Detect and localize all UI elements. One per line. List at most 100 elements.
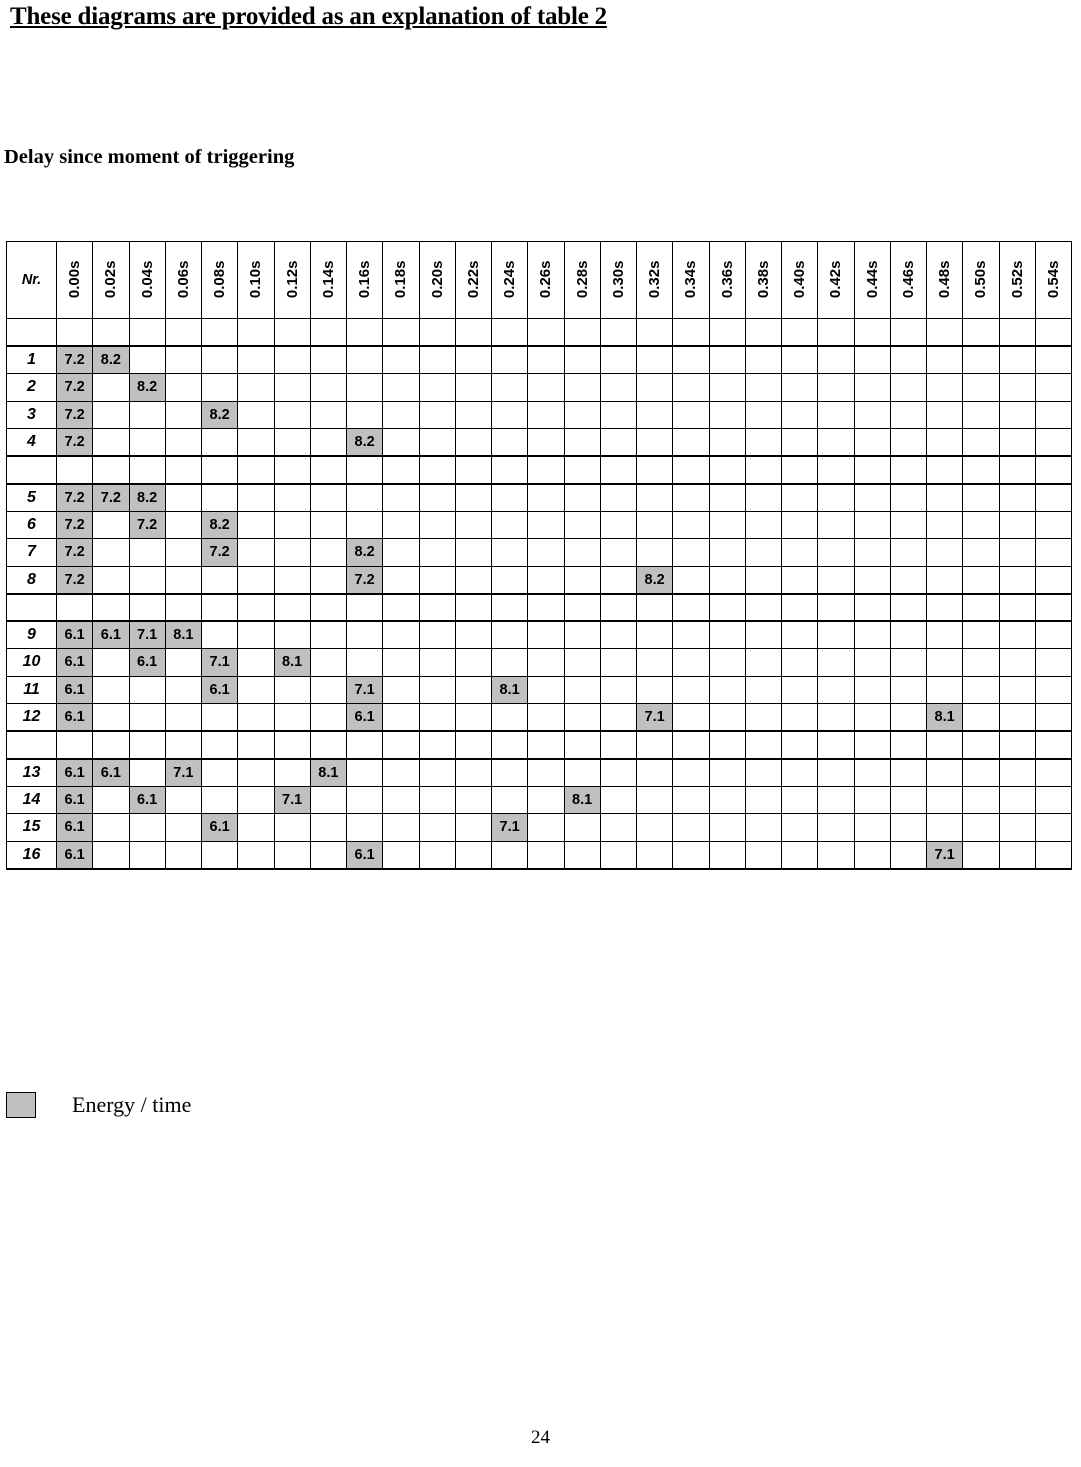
table-empty-cell (237, 785, 275, 814)
table-empty-cell (128, 813, 166, 842)
table-empty-cell (853, 703, 891, 732)
table-empty-cell (599, 565, 638, 594)
table-empty-cell (128, 318, 166, 347)
page-number: 24 (531, 1427, 550, 1448)
table-empty-cell (490, 840, 529, 870)
table-empty-cell (237, 813, 275, 842)
table-empty-cell (382, 785, 420, 814)
table-empty-cell (237, 648, 275, 677)
table-empty-cell (345, 318, 384, 347)
table-empty-cell (780, 620, 819, 649)
table-empty-cell (418, 510, 456, 539)
table-empty-cell (563, 730, 601, 759)
table-empty-cell (563, 538, 601, 567)
table-empty-cell (998, 620, 1036, 649)
table-empty-cell (708, 620, 746, 649)
table-row: 10 6.1 6.1 7.1 8.1 (6, 648, 1073, 677)
table-empty-cell (200, 757, 239, 787)
table-empty-cell (164, 428, 203, 457)
table-spacer-row (6, 730, 1073, 759)
table-empty-cell (563, 703, 601, 732)
table-empty-cell (998, 565, 1036, 594)
table-empty-cell (635, 428, 674, 457)
table-empty-cell (998, 428, 1036, 457)
table-empty-cell (780, 675, 819, 704)
table-empty-cell (164, 538, 203, 567)
table-empty-cell (164, 592, 203, 622)
table-empty-cell (237, 730, 275, 759)
table-empty-cell (889, 592, 928, 622)
table-empty-cell (672, 565, 710, 594)
table-empty-cell (1034, 648, 1073, 677)
table-empty-cell (454, 785, 493, 814)
table-empty-cell (527, 510, 565, 539)
table-row: 14 6.1 6.1 7.1 8.1 (6, 785, 1073, 814)
table-empty-cell (454, 400, 493, 429)
energy-value-cell: 6.1 (55, 620, 94, 649)
energy-value-cell: 8.1 (563, 785, 601, 814)
table-empty-cell (925, 400, 964, 429)
column-header-time-label: 0.02s (102, 260, 120, 298)
table-empty-cell (418, 620, 456, 649)
table-empty-cell (889, 400, 928, 429)
energy-value-cell: 6.1 (55, 840, 94, 870)
table-empty-cell (563, 620, 601, 649)
table-row: 13 6.1 6.1 7.1 8.1 (6, 757, 1073, 787)
table-empty-cell (527, 400, 565, 429)
table-empty-cell (853, 785, 891, 814)
row-number-cell: 4 (6, 428, 57, 457)
table-empty-cell (309, 455, 348, 484)
table-empty-cell (454, 840, 493, 870)
table-empty-cell (672, 400, 710, 429)
table-empty-cell (345, 345, 384, 374)
legend-label: Energy / time (72, 1092, 192, 1117)
table-empty-cell (490, 318, 529, 347)
row-number-cell: 9 (6, 620, 57, 649)
table-empty-cell (309, 565, 348, 594)
table-empty-cell (382, 730, 420, 759)
table-empty-cell (889, 538, 928, 567)
column-header-time: 0.06s (164, 241, 203, 319)
column-header-time-label: 0.14s (319, 260, 337, 298)
table-empty-cell (1034, 840, 1073, 870)
row-number-cell: 12 (6, 703, 57, 732)
energy-value-cell: 7.2 (55, 373, 94, 402)
table-empty-cell (92, 318, 130, 347)
energy-value-cell: 6.1 (92, 757, 130, 787)
energy-value-cell: 8.2 (345, 428, 384, 457)
table-empty-cell (200, 318, 239, 347)
table-empty-cell (744, 538, 783, 567)
energy-value-cell: 8.2 (128, 482, 166, 512)
table-empty-cell (490, 373, 529, 402)
table-empty-cell (418, 345, 456, 374)
table-empty-cell (635, 813, 674, 842)
delay-table: Nr. 0.00s 0.02s 0.04s 0.06s 0.08s 0.10s 0.12s 0.… (6, 241, 1073, 870)
energy-value-cell: 8.2 (200, 510, 239, 539)
table-empty-cell (744, 620, 783, 649)
table-empty-cell (962, 345, 1000, 374)
table-empty-cell (164, 510, 203, 539)
table-empty-cell (454, 345, 493, 374)
table-empty-cell (672, 675, 710, 704)
table-empty-cell (92, 538, 130, 567)
table-empty-cell (599, 345, 638, 374)
table-empty-cell (962, 318, 1000, 347)
table-empty-cell (164, 785, 203, 814)
table-empty-cell (273, 565, 311, 594)
table-empty-cell (309, 373, 348, 402)
column-header-time-label: 0.32s (646, 260, 664, 298)
table-empty-cell (237, 538, 275, 567)
row-number-cell: 10 (6, 648, 57, 677)
table-empty-cell (273, 840, 311, 870)
table-empty-cell (962, 482, 1000, 512)
table-empty-cell (309, 592, 348, 622)
table-empty-cell (599, 648, 638, 677)
table-empty-cell (708, 565, 746, 594)
table-empty-cell (708, 785, 746, 814)
table-empty-cell (780, 592, 819, 622)
table-empty-cell (708, 813, 746, 842)
table-empty-cell (744, 455, 783, 484)
table-empty-cell (418, 592, 456, 622)
table-empty-cell (925, 318, 964, 347)
table-empty-cell (817, 648, 855, 677)
